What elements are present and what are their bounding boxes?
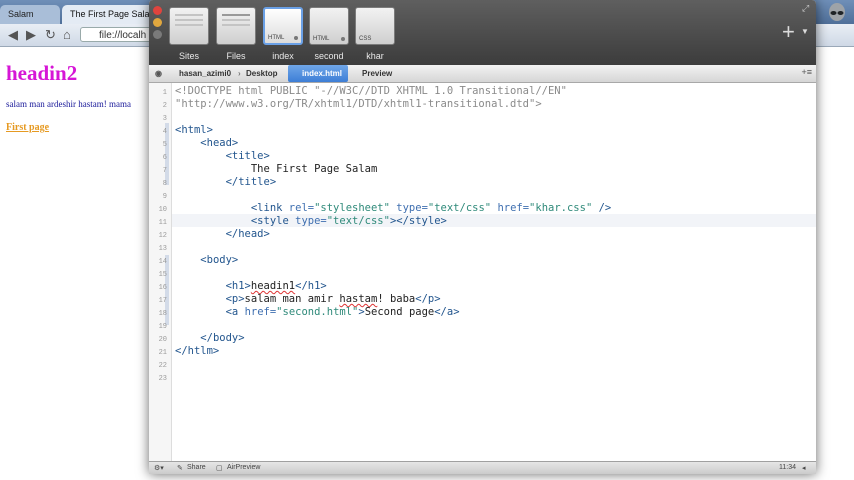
coda-toolbar: Sites Files HTML index HTML second CSS k… [149,0,816,65]
close-window-button[interactable] [153,6,162,15]
khar-file-thumbnail[interactable]: CSS [355,7,395,45]
code-line-1: <!DOCTYPE html PUBLIC "-//W3C//DTD XHTML… [175,85,567,97]
code-line-6: <title> [225,150,270,162]
line-number: 16 [158,284,167,292]
gear-icon[interactable]: ⚙▾ [154,464,164,472]
page-paragraph: salam man ardeshir hastam! mama [6,99,131,109]
code-line-16: <h1>headin1</h1> [225,280,327,292]
share-button[interactable]: Share [187,464,206,471]
line-number: 19 [158,323,167,331]
reload-icon[interactable]: ↻ [45,27,56,43]
airpreview-button[interactable]: AirPreview [227,464,260,471]
files-thumbnail[interactable] [216,7,256,45]
second-file-thumbnail[interactable]: HTML [309,7,349,45]
page-heading: headin2 [6,61,78,85]
cursor-position: 11:34 [779,464,796,471]
line-gutter: 1 2 3 4 5 6 7 8 9 10 11 12 13 14 15 16 1… [149,83,172,461]
back-arrow-icon[interactable]: ◂ [802,464,806,472]
page-link-first[interactable]: First page [6,122,49,133]
code-line-7: The First Page Salam [175,163,377,175]
sites-label: Sites [178,51,199,61]
line-number: 20 [158,336,167,344]
line-number: 23 [158,375,167,383]
status-bar: ⚙▾ ✎ Share ▢ AirPreview 11:34 ◂ [149,461,816,474]
unsaved-dot-icon [294,36,298,40]
zoom-window-button[interactable] [153,30,162,39]
line-number: 10 [158,206,167,214]
unsaved-dot-icon [341,37,345,41]
coda-window: Sites Files HTML index HTML second CSS k… [149,0,816,474]
line-number: 6 [162,154,167,162]
line-number: 11 [158,219,167,227]
browser-tab-salam[interactable]: Salam [0,5,60,24]
file-type-tag: CSS [359,36,372,42]
minimize-window-button[interactable] [153,18,162,27]
second-label: second [314,51,344,61]
code-line-18: <a href="second.html">Second page</a> [225,306,460,318]
line-number: 4 [162,128,167,136]
index-label: index [272,51,294,61]
browser-tab-first-page[interactable]: The First Page Salam [62,5,162,24]
line-number: 8 [162,180,167,188]
sites-thumbnail[interactable] [169,7,209,45]
code-line-17: <p>salam man amir hastam! baba</p> [225,293,441,305]
expand-icon[interactable]: ⤢ [802,3,809,14]
alien-icon [829,3,845,21]
breadcrumb-file[interactable]: index.html [288,65,349,82]
line-number: 18 [158,310,167,318]
code-line-21: </htlm> [175,345,220,357]
index-file-thumbnail[interactable]: HTML [263,7,303,45]
home-icon[interactable]: ⌂ [63,27,71,42]
code-line-14: <body> [200,254,239,266]
back-arrow-icon[interactable]: ◀ [8,27,18,43]
khar-label: khar [366,51,384,61]
line-number: 1 [162,89,167,97]
line-number: 12 [158,232,167,240]
share-icon[interactable]: ✎ [177,464,183,472]
line-number: 17 [158,297,167,305]
line-number: 3 [162,115,167,123]
code-line-8: </title> [225,176,277,188]
path-bar: ◉ hasan_azimi0 › Desktop index.html Prev… [149,65,816,83]
code-line-4: <html> [175,124,213,136]
airpreview-icon[interactable]: ▢ [216,464,223,472]
code-line-20: </body> [200,332,245,344]
line-number: 15 [158,271,167,279]
file-type-tag: HTML [313,36,330,42]
path-menu-icon[interactable]: ◉ [155,65,162,82]
breadcrumb-separator-icon: › [238,69,241,78]
code-line-5: <head> [200,137,239,149]
code-editor[interactable]: 1 2 3 4 5 6 7 8 9 10 11 12 13 14 15 16 1… [149,83,816,461]
breadcrumb-user[interactable]: hasan_azimi0 [179,65,231,82]
chevron-down-icon[interactable]: ▼ [801,27,809,36]
title-text: The First Page Salam [250,163,378,175]
line-number: 14 [158,258,167,266]
breadcrumb-folder[interactable]: Desktop [246,65,278,82]
file-type-tag: HTML [268,35,285,41]
line-number: 13 [158,245,167,253]
code-line-12: </head> [225,228,270,240]
code-line-2: "http://www.w3.org/TR/xhtml1/DTD/xhtml1-… [175,98,542,110]
code-line-11: <style type="text/css"></style> [250,215,447,227]
line-number: 2 [162,102,167,110]
line-number: 5 [162,141,167,149]
forward-arrow-icon[interactable]: ▶ [26,27,36,43]
line-number: 21 [158,349,167,357]
files-label: Files [226,51,246,61]
code-line-10: <link rel="stylesheet" type="text/css" h… [250,202,612,214]
preview-button[interactable]: Preview [362,65,392,82]
line-number: 9 [162,193,167,201]
line-number: 7 [162,167,167,175]
split-view-icon[interactable]: +≡ [801,67,812,77]
line-number: 22 [158,362,167,370]
add-tab-button[interactable]: + [782,21,795,43]
